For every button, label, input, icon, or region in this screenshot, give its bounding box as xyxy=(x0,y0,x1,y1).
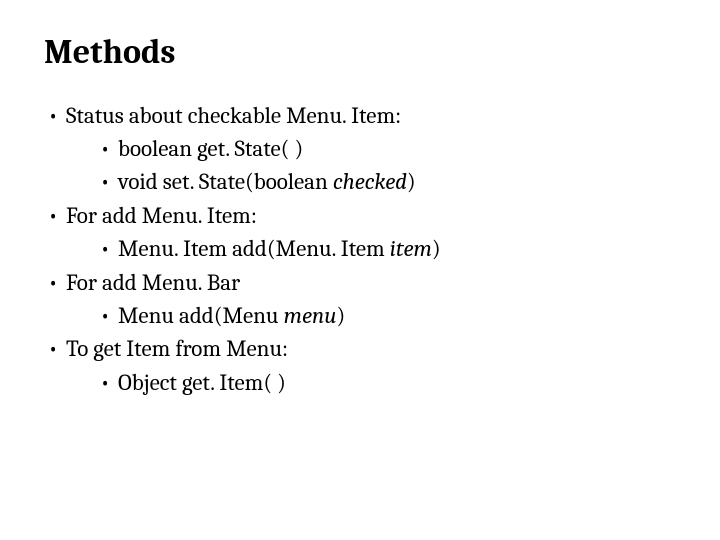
sub-bullet-text-suffix: ) xyxy=(336,302,345,329)
sub-bullet-text-suffix: ) xyxy=(407,168,416,195)
sub-bullet-text: boolean get. State( ) xyxy=(118,135,303,162)
slide-title: Methods xyxy=(44,32,676,73)
sub-bullet-text-prefix: Menu add(Menu xyxy=(118,302,284,329)
sub-bullet-list: Menu add(Menu menu) xyxy=(66,299,676,332)
sub-bullet-text-prefix: Menu. Item add(Menu. Item xyxy=(118,235,390,262)
sub-bullet-item: Menu. Item add(Menu. Item item) xyxy=(100,232,676,265)
bullet-text: For add Menu. Item: xyxy=(66,202,257,229)
bullet-item: For add Menu. Bar Menu add(Menu menu) xyxy=(48,266,676,333)
sub-bullet-text: Object get. Item( ) xyxy=(118,369,286,396)
sub-bullet-text-italic: item xyxy=(390,235,432,262)
slide: Methods Status about checkable Menu. Ite… xyxy=(0,0,720,540)
sub-bullet-text-italic: checked xyxy=(333,168,407,195)
sub-bullet-list: boolean get. State( ) void set. State(bo… xyxy=(66,132,676,199)
sub-bullet-item: Object get. Item( ) xyxy=(100,366,676,399)
bullet-text: For add Menu. Bar xyxy=(66,269,240,296)
sub-bullet-text-italic: menu xyxy=(284,302,337,329)
bullet-item: To get Item from Menu: Object get. Item(… xyxy=(48,332,676,399)
bullet-text: Status about checkable Menu. Item: xyxy=(66,102,401,129)
sub-bullet-text-prefix: void set. State(boolean xyxy=(118,168,333,195)
bullet-list: Status about checkable Menu. Item: boole… xyxy=(44,99,676,399)
sub-bullet-item: boolean get. State( ) xyxy=(100,132,676,165)
sub-bullet-item: Menu add(Menu menu) xyxy=(100,299,676,332)
sub-bullet-item: void set. State(boolean checked) xyxy=(100,165,676,198)
sub-bullet-text-suffix: ) xyxy=(432,235,441,262)
sub-bullet-list: Menu. Item add(Menu. Item item) xyxy=(66,232,676,265)
bullet-item: Status about checkable Menu. Item: boole… xyxy=(48,99,676,199)
bullet-item: For add Menu. Item: Menu. Item add(Menu.… xyxy=(48,199,676,266)
bullet-text: To get Item from Menu: xyxy=(66,335,288,362)
sub-bullet-list: Object get. Item( ) xyxy=(66,366,676,399)
